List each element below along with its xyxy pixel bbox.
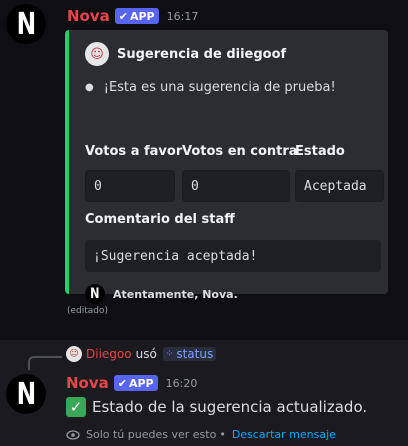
- app-badge: ✔ APP: [114, 8, 159, 24]
- embed-author-avatar: ☺: [85, 42, 109, 66]
- reply-connector: [28, 356, 62, 370]
- embed-footer: N Atentamente, Nova.: [85, 284, 238, 304]
- embed-author-name: Sugerencia de diiegoof: [117, 46, 287, 62]
- reply-used-text: usó: [135, 347, 157, 361]
- app-badge-2: ✔ APP: [113, 375, 158, 391]
- slash-command-chip[interactable]: ⁘ status: [162, 347, 217, 361]
- field-votes-for-label: Votos a favor: [85, 144, 183, 159]
- author-name[interactable]: Nova: [67, 7, 110, 25]
- verified-check-icon-2: ✔: [117, 376, 127, 390]
- nova-avatar-2[interactable]: N: [6, 374, 46, 414]
- staff-comment-value: ¡Sugerencia aceptada!: [85, 240, 381, 272]
- field-votes-for-value: 0: [85, 170, 175, 202]
- status-message-content: ✓ Estado de la sugerencia actualizado.: [66, 397, 367, 417]
- reply-username[interactable]: Diiegoo: [86, 347, 132, 361]
- nova-avatar[interactable]: N: [6, 4, 46, 44]
- verified-check-icon: ✔: [118, 9, 128, 23]
- embed-description-text: ¡Esta es una sugerencia de prueba!: [103, 80, 336, 95]
- ephemeral-separator: •: [219, 428, 226, 441]
- field-votes-against-label: Votos en contra: [182, 144, 298, 159]
- avatar-letter-2: N: [16, 376, 37, 412]
- field-status-label: Estado: [295, 144, 345, 159]
- avatar-letter: N: [16, 6, 37, 42]
- app-badge-label-2: APP: [128, 376, 154, 390]
- author-name-2[interactable]: Nova: [66, 374, 109, 392]
- ephemeral-text: Solo tú puedes ver esto: [86, 428, 217, 441]
- timestamp-2[interactable]: 16:20: [166, 377, 198, 390]
- edited-label: (editado): [67, 306, 109, 316]
- timestamp[interactable]: 16:17: [167, 10, 199, 23]
- embed-author: ☺ Sugerencia de diiegoof: [85, 42, 286, 66]
- suggestion-embed: ☺ Sugerencia de diiegoof ● ¡Esta es una …: [65, 30, 388, 304]
- eye-icon: [66, 429, 80, 440]
- app-badge-label: APP: [129, 9, 155, 23]
- reply-user-avatar[interactable]: ☺: [66, 346, 82, 362]
- check-mark-icon: ✓: [66, 397, 86, 417]
- field-votes-against-value: 0: [182, 170, 290, 202]
- slash-command-icon: ⁘: [165, 349, 174, 359]
- footer-text: Atentamente, Nova.: [113, 287, 238, 301]
- bullet-icon: ●: [85, 82, 94, 93]
- message-header: Nova ✔ APP 16:17: [67, 7, 198, 25]
- staff-comment-label: Comentario del staff: [85, 212, 235, 227]
- command-reply: ☺ Diiegoo usó ⁘ status: [66, 346, 217, 362]
- message-header-2: Nova ✔ APP 16:20: [66, 374, 197, 392]
- embed-description: ● ¡Esta es una sugerencia de prueba!: [85, 80, 336, 95]
- message-nova-embed: N Nova ✔ APP 16:17 ☺ Sugerencia de diieg…: [0, 0, 408, 340]
- ephemeral-notice: Solo tú puedes ver esto • Descartar mens…: [66, 428, 336, 441]
- footer-avatar-letter: N: [90, 286, 100, 302]
- dismiss-message-link[interactable]: Descartar mensaje: [232, 428, 336, 441]
- field-status-value: Aceptada: [295, 170, 384, 202]
- status-message-text: Estado de la sugerencia actualizado.: [92, 398, 368, 416]
- footer-avatar: N: [85, 284, 105, 304]
- slash-command-name: status: [176, 347, 214, 361]
